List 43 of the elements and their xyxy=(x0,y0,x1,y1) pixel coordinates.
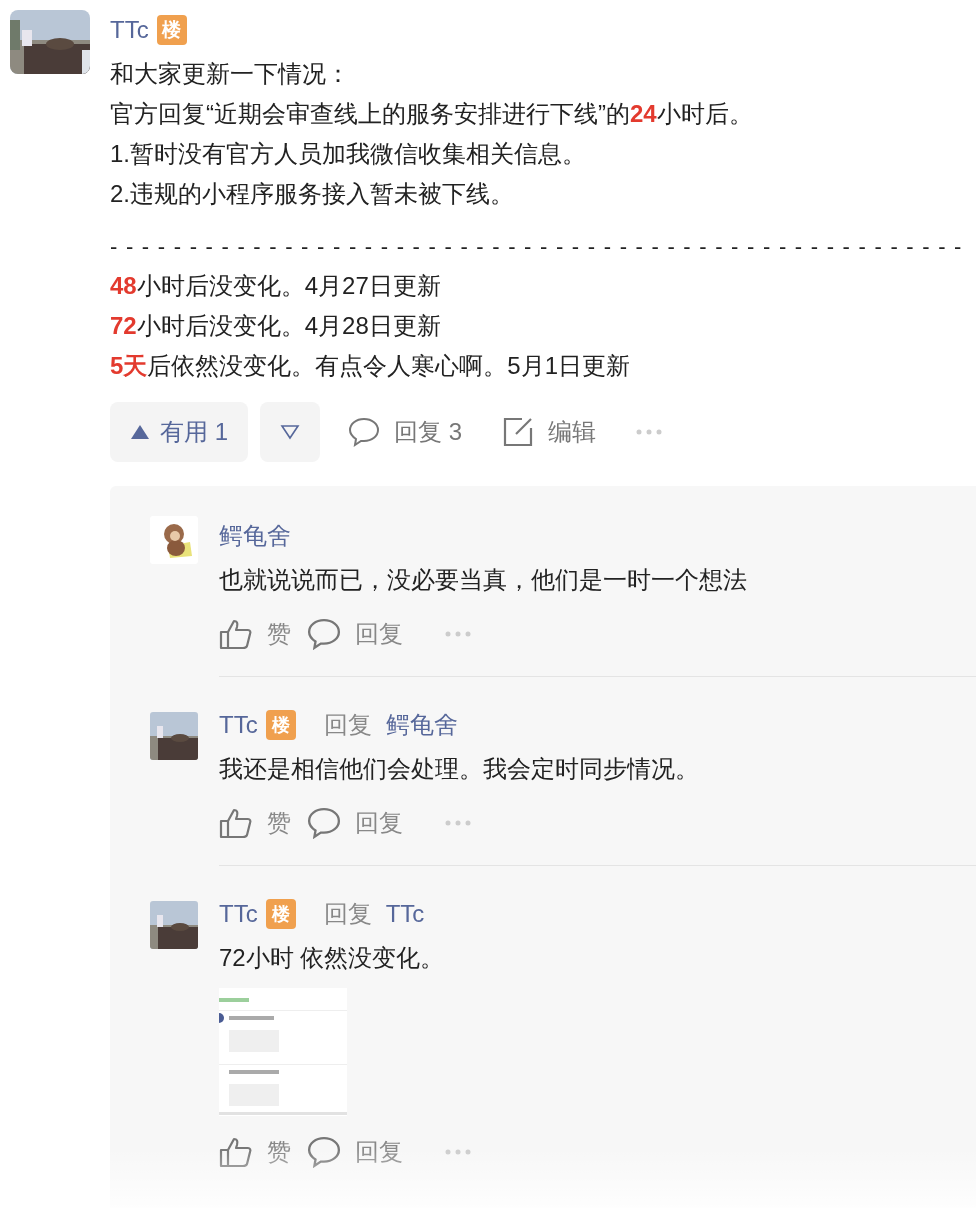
comment-text: 我还是相信他们会处理。我会定时同步情况。 xyxy=(219,754,700,784)
upvote-button[interactable]: 有用 1 xyxy=(110,402,248,462)
reply-link[interactable]: 回复 xyxy=(355,807,403,839)
reply-link[interactable]: 回复 xyxy=(355,1136,403,1168)
update-text: 72小时后没变化。4月28日更新 xyxy=(110,311,442,341)
user-name[interactable]: 鳄龟舍 xyxy=(219,520,291,552)
user-name[interactable]: TTc xyxy=(219,900,258,928)
triangle-down-icon xyxy=(280,424,300,440)
reply-to-label: 回复 xyxy=(323,899,372,929)
update-text: 48小时后没变化。4月27日更新 xyxy=(110,271,442,301)
triangle-up-icon xyxy=(130,424,150,440)
thumbs-up-icon[interactable] xyxy=(219,618,253,650)
edit-link[interactable]: 编辑 xyxy=(548,416,597,448)
like-link[interactable]: 赞 xyxy=(267,1136,291,1168)
post-text: 1.暂时没有官方人员加我微信收集相关信息。 xyxy=(110,139,587,169)
downvote-button[interactable] xyxy=(260,402,320,462)
floor-badge: 楼 xyxy=(265,710,296,740)
monkey-avatar-icon xyxy=(150,516,198,564)
post-text: 官方回复“近期会审查线上的服务安排进行下线”的24小时后。 xyxy=(110,99,754,129)
floor-badge: 楼 xyxy=(265,899,296,929)
thumbs-up-icon[interactable] xyxy=(219,1136,253,1168)
user-name[interactable]: 鳄龟舍 xyxy=(385,709,458,741)
dashed-divider-text: ------------------------------------------------------ xyxy=(110,233,971,261)
user-name[interactable]: TTc xyxy=(110,16,149,44)
comment-icon[interactable] xyxy=(307,618,341,650)
comment-icon[interactable] xyxy=(348,416,380,448)
user-name[interactable]: TTc xyxy=(385,900,425,928)
edit-icon[interactable] xyxy=(502,416,535,448)
like-link[interactable]: 赞 xyxy=(267,618,291,650)
comment-icon[interactable] xyxy=(307,1136,341,1168)
like-link[interactable]: 赞 xyxy=(267,807,291,839)
update-text: 5天后依然没变化。有点令人寒心啊。5月1日更新 xyxy=(110,351,632,381)
reply-count-link[interactable]: 回复 3 xyxy=(394,416,463,448)
thumbs-up-icon[interactable] xyxy=(219,807,253,839)
user-name[interactable]: TTc xyxy=(219,711,258,739)
comment-text: 也就说说而已，没必要当真，他们是一时一个想法 xyxy=(219,565,748,595)
post-text: 2.违规的小程序服务接入暂未被下线。 xyxy=(110,179,515,209)
post-text: 和大家更新一下情况： xyxy=(110,59,351,89)
comment-icon[interactable] xyxy=(307,807,341,839)
comment-text: 72小时 依然没变化。 xyxy=(219,943,446,973)
reply-link[interactable]: 回复 xyxy=(355,618,403,650)
floor-badge: 楼 xyxy=(156,15,187,45)
reply-to-label: 回复 xyxy=(323,710,372,740)
